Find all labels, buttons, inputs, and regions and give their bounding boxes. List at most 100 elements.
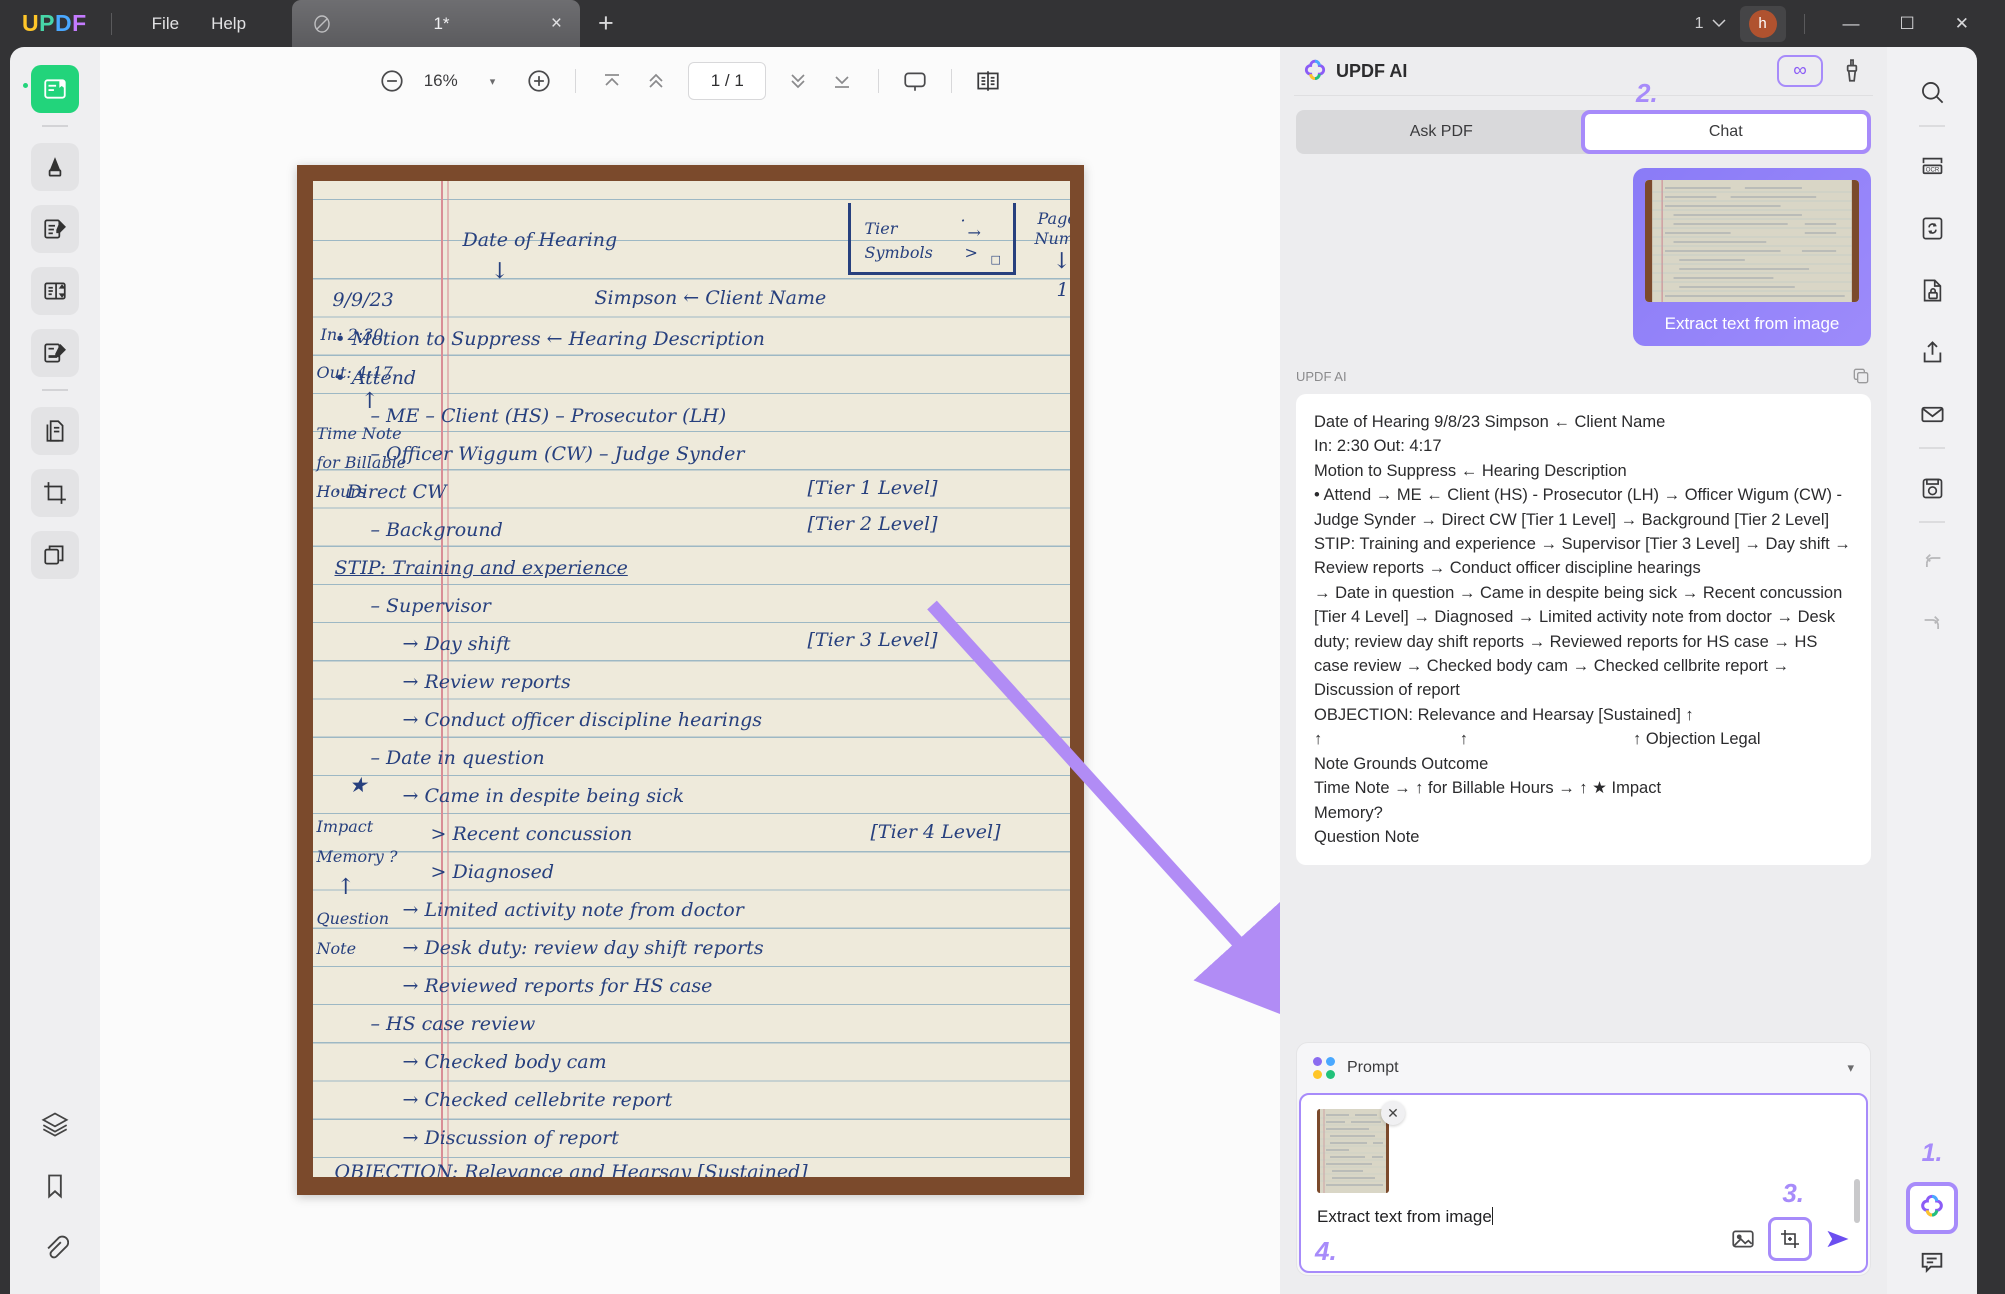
page-indicator[interactable]: 1 / 1 [688, 62, 767, 100]
note-line-parties: – ME – Client (HS) – Prosecutor (LH) [370, 405, 727, 427]
sidebar-item-sign[interactable] [31, 329, 79, 377]
step-marker-4: 4. [1315, 1236, 1337, 1266]
new-tab-button[interactable]: + [598, 8, 614, 39]
presentation-icon[interactable] [893, 59, 937, 103]
ocr-icon[interactable]: OCR [1909, 143, 1955, 189]
sidebar-item-edit-pdf[interactable] [31, 205, 79, 253]
tab-chat[interactable]: Chat [1580, 110, 1871, 154]
updf-ai-button[interactable] [1906, 1182, 1958, 1234]
margin-note-in: In: 2:30 [320, 325, 384, 344]
prompt-input-value: Extract text from image [1317, 1207, 1492, 1226]
prompt-selector-bar[interactable]: Prompt ▾ [1297, 1043, 1870, 1093]
tier-symbol-arrow: → [967, 223, 981, 242]
updf-logo: UPDF [22, 10, 87, 36]
previous-page-button[interactable] [634, 59, 678, 103]
note-line-motion: • Motion to Suppress ← Hearing Descripti… [334, 328, 765, 350]
unlimited-credits-button[interactable]: ∞ [1777, 55, 1823, 87]
right-rail-separator-1 [1919, 125, 1945, 127]
dual-page-view-icon[interactable] [966, 59, 1010, 103]
undo-icon[interactable] [1909, 539, 1955, 585]
avatar: h [1748, 9, 1777, 38]
sidebar-item-crop-page[interactable] [31, 469, 79, 517]
toolbar-separator-3 [951, 69, 953, 93]
note-line-client: Simpson ← Client Name [594, 287, 827, 309]
page-toolbar: 16% ▾ 1 / 1 [100, 47, 1280, 115]
search-icon[interactable] [1909, 69, 1955, 115]
tier-tag-4: [Tier 4 Level] [870, 821, 1001, 843]
tier-symbol-chevron: > [964, 243, 978, 262]
step-marker-3: 3. [1782, 1178, 1804, 1208]
last-page-button[interactable] [820, 59, 864, 103]
menu-help[interactable]: Help [195, 8, 262, 40]
sidebar-item-form-fields[interactable] [31, 267, 79, 315]
note-line-reviewed-hs: → Reviewed reports for HS case [402, 975, 713, 997]
sidebar-item-reader[interactable] [23, 65, 79, 113]
layers-icon[interactable] [31, 1100, 79, 1148]
chat-scroll-area[interactable]: Extract text from image UPDF AI Date of … [1280, 154, 1887, 1032]
ai-header-actions: ∞ [1777, 55, 1865, 87]
share-icon[interactable] [1909, 329, 1955, 375]
prompt-input-box[interactable]: ✕ Extract text from image 4. 3. [1299, 1093, 1868, 1273]
convert-pdf-icon[interactable] [1909, 205, 1955, 251]
sidebar-item-batch-pages[interactable] [31, 531, 79, 579]
brush-icon[interactable] [1839, 58, 1865, 84]
email-icon[interactable] [1909, 391, 1955, 437]
right-rail-separator-3 [1919, 521, 1945, 523]
note-line-hs-review: – HS case review [370, 1013, 536, 1035]
document-tab[interactable]: 1* × [292, 0, 581, 47]
note-line-day-shift: → Day shift [402, 633, 511, 655]
tab-ask-pdf[interactable]: Ask PDF [1299, 113, 1584, 151]
prompt-scrollbar[interactable] [1854, 1179, 1860, 1223]
sidebar-item-highlight[interactable] [31, 143, 79, 191]
prompt-action-buttons [1730, 1217, 1852, 1261]
insert-image-icon[interactable] [1730, 1226, 1756, 1252]
margin-note-billable: for Billable [316, 453, 407, 472]
first-page-button[interactable] [590, 59, 634, 103]
user-message-caption: Extract text from image [1664, 314, 1840, 333]
user-message-bubble: Extract text from image [1633, 168, 1871, 346]
zoom-out-button[interactable] [370, 59, 414, 103]
sidebar-item-organize-pages[interactable] [31, 407, 79, 455]
note-line-discussion: → Discussion of report [402, 1127, 619, 1149]
protect-pdf-icon[interactable] [1909, 267, 1955, 313]
handwritten-note-thumbnail [1645, 180, 1859, 302]
next-page-button[interactable] [776, 59, 820, 103]
handwritten-note-page[interactable]: Date of Hearing ↓ Tier Symbols · → > □ P… [296, 165, 1084, 1195]
zoom-dropdown-icon[interactable]: ▾ [490, 75, 496, 88]
titlebar-divider [110, 12, 112, 35]
arrow-down-glyph: ↓ [490, 259, 509, 284]
note-line-officers: – Officer Wiggum (CW) – Judge Synder [370, 443, 745, 465]
user-avatar-button[interactable]: h [1739, 5, 1786, 42]
redo-icon[interactable] [1909, 601, 1955, 647]
close-tab-icon[interactable]: × [551, 13, 562, 35]
updf-application-window: UPDF File Help 1* × + 1 h — ☐ ✕ 16% ▾ 1 … [0, 0, 2005, 1294]
prompt-dropdown-icon[interactable]: ▾ [1847, 1060, 1854, 1076]
attachment-icon[interactable] [31, 1224, 79, 1272]
left-rail-bottom-group [31, 1086, 79, 1294]
remove-attachment-button[interactable]: ✕ [1381, 1101, 1405, 1125]
close-window-button[interactable]: ✕ [1935, 14, 1989, 34]
screenshot-crop-icon[interactable] [1768, 1217, 1812, 1261]
minimize-button[interactable]: — [1823, 14, 1880, 34]
send-icon[interactable] [1824, 1225, 1852, 1253]
handwritten-note-attachment[interactable] [1317, 1109, 1389, 1193]
step-marker-1: 1. [1921, 1139, 1943, 1167]
ai-panel-title: UPDF AI [1336, 60, 1408, 81]
zoom-in-button[interactable] [517, 59, 561, 103]
right-tool-rail: OCR 1. [1887, 47, 1977, 1294]
maximize-button[interactable]: ☐ [1880, 14, 1935, 34]
toolbar-separator-2 [878, 69, 880, 93]
note-label-page: Page [1037, 209, 1070, 228]
notebook-paper: Date of Hearing ↓ Tier Symbols · → > □ P… [312, 181, 1070, 1177]
updf-ai-panel: UPDF AI ∞ Ask PDF Chat 2. Extract text f… [1280, 47, 1887, 1294]
save-as-icon[interactable] [1909, 465, 1955, 511]
note-line-came-in-sick: → Came in despite being sick [402, 785, 685, 807]
prompt-library-icon [1313, 1057, 1335, 1079]
comment-icon[interactable] [1918, 1248, 1946, 1276]
menu-file[interactable]: File [136, 8, 195, 40]
copy-icon[interactable] [1851, 366, 1871, 386]
account-selector[interactable]: 1 [1695, 15, 1726, 33]
titlebar-separator [1803, 13, 1805, 34]
chevron-down-icon [1711, 19, 1726, 28]
bookmark-icon[interactable] [31, 1162, 79, 1210]
